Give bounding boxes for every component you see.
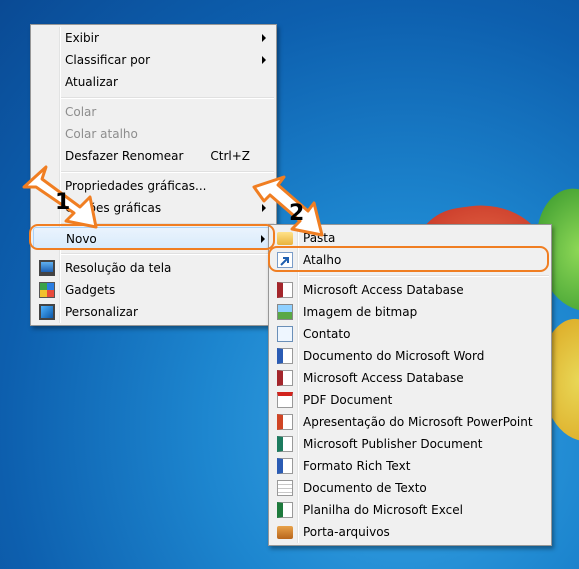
step-number-2: 2 <box>289 201 305 226</box>
contact-icon <box>277 326 293 342</box>
word-icon <box>277 348 293 364</box>
menu-separator <box>61 253 274 255</box>
menu-item-label: Desfazer Renomear <box>65 149 184 163</box>
submenu-item-label: Porta-arquivos <box>303 525 390 539</box>
submenu-item-powerpoint[interactable]: Apresentação do Microsoft PowerPoint <box>271 411 549 433</box>
submenu-item-word[interactable]: Documento do Microsoft Word <box>271 345 549 367</box>
rtf-icon <box>277 458 293 474</box>
menu-item-label: Exibir <box>65 31 99 45</box>
submenu-item-label: Microsoft Access Database <box>303 371 464 385</box>
menu-item-colar: Colar <box>33 101 274 123</box>
menu-item-gadgets[interactable]: Gadgets <box>33 279 274 301</box>
menu-item-atualizar[interactable]: Atualizar <box>33 71 274 93</box>
submenu-item-label: Formato Rich Text <box>303 459 411 473</box>
briefcase-icon <box>277 526 293 539</box>
new-submenu: Pasta Atalho Microsoft Access Database I… <box>268 224 552 546</box>
submenu-item-label: Planilha do Microsoft Excel <box>303 503 463 517</box>
submenu-item-label: Microsoft Publisher Document <box>303 437 483 451</box>
access-icon <box>277 282 293 298</box>
menu-item-label: Gadgets <box>65 283 116 297</box>
submenu-item-label: Imagem de bitmap <box>303 305 418 319</box>
personalize-icon <box>39 304 55 320</box>
chevron-right-icon <box>262 56 266 64</box>
chevron-right-icon <box>262 34 266 42</box>
pdf-icon <box>277 392 293 408</box>
submenu-item-label: PDF Document <box>303 393 393 407</box>
menu-item-label: Classificar por <box>65 53 151 67</box>
submenu-item-bitmap[interactable]: Imagem de bitmap <box>271 301 549 323</box>
shortcut-label: Ctrl+Z <box>210 149 250 163</box>
step-number-1: 1 <box>55 190 71 215</box>
submenu-item-access[interactable]: Microsoft Access Database <box>271 279 549 301</box>
submenu-item-publisher[interactable]: Microsoft Publisher Document <box>271 433 549 455</box>
menu-item-label: Resolução da tela <box>65 261 172 275</box>
highlight-atalho <box>268 246 549 272</box>
submenu-item-label: Documento de Texto <box>303 481 427 495</box>
menu-item-label: Atualizar <box>65 75 118 89</box>
menu-item-resolucao[interactable]: Resolução da tela <box>33 257 274 279</box>
bitmap-icon <box>277 304 293 320</box>
submenu-item-excel[interactable]: Planilha do Microsoft Excel <box>271 499 549 521</box>
submenu-item-porta-arquivos[interactable]: Porta-arquivos <box>271 521 549 543</box>
menu-separator <box>61 97 274 99</box>
menu-item-classificar[interactable]: Classificar por <box>33 49 274 71</box>
menu-item-label: Colar atalho <box>65 127 138 141</box>
menu-item-label: Colar <box>65 105 97 119</box>
submenu-item-label: Apresentação do Microsoft PowerPoint <box>303 415 533 429</box>
menu-separator <box>299 275 549 277</box>
powerpoint-icon <box>277 414 293 430</box>
access-icon <box>277 370 293 386</box>
submenu-item-contato[interactable]: Contato <box>271 323 549 345</box>
menu-item-personalizar[interactable]: Personalizar <box>33 301 274 323</box>
monitor-icon <box>39 260 55 276</box>
gadgets-icon <box>39 282 55 298</box>
excel-icon <box>277 502 293 518</box>
menu-item-exibir[interactable]: Exibir <box>33 27 274 49</box>
submenu-item-rtf[interactable]: Formato Rich Text <box>271 455 549 477</box>
submenu-item-label: Contato <box>303 327 351 341</box>
submenu-item-access-2[interactable]: Microsoft Access Database <box>271 367 549 389</box>
submenu-item-label: Microsoft Access Database <box>303 283 464 297</box>
submenu-item-pdf[interactable]: PDF Document <box>271 389 549 411</box>
publisher-icon <box>277 436 293 452</box>
text-icon <box>277 480 293 496</box>
submenu-item-label: Documento do Microsoft Word <box>303 349 485 363</box>
menu-item-label: Personalizar <box>65 305 138 319</box>
submenu-item-texto[interactable]: Documento de Texto <box>271 477 549 499</box>
menu-item-colar-atalho: Colar atalho <box>33 123 274 145</box>
